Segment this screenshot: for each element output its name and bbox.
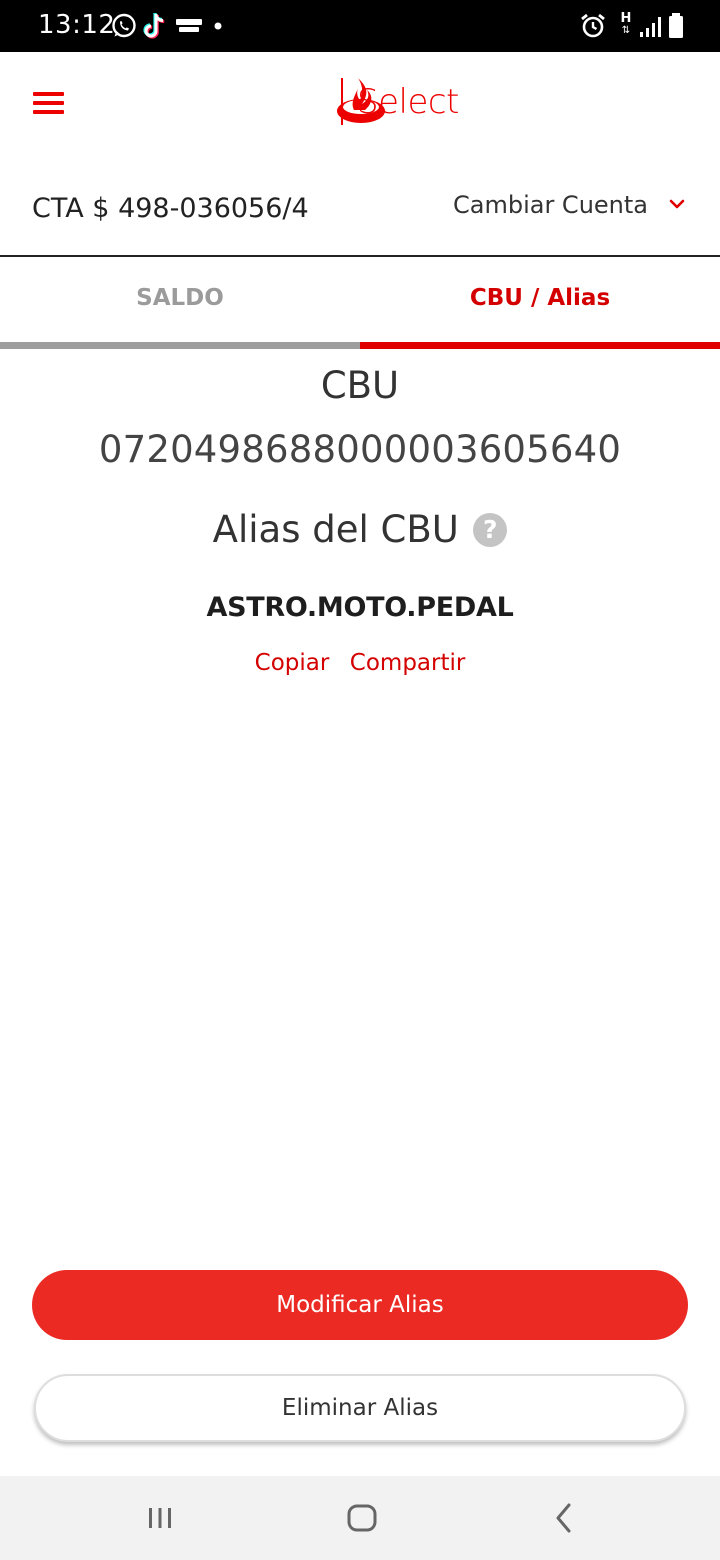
whatsapp-icon [112,13,136,38]
alias-title: Alias del CBU [212,508,459,551]
hamburger-menu-icon[interactable] [28,86,70,120]
h-plus-network-icon: H ⇅ [618,12,634,42]
back-icon[interactable] [544,1498,584,1538]
tab-saldo[interactable]: SALDO [0,259,360,349]
tab-saldo-indicator [0,342,360,349]
signal-icon [640,17,661,37]
royal-match-icon [176,19,202,32]
data-arrows-icon: ⇅ [621,25,631,36]
delete-alias-button[interactable]: Eliminar Alias [34,1374,686,1442]
app-header: Select [0,52,720,157]
tab-cbu-alias-label: CBU / Alias [469,285,611,311]
copy-link[interactable]: Copiar [255,650,330,676]
status-bar: 13:12 H ⇅ [0,0,720,52]
system-nav-bar [0,1476,720,1560]
alias-value: ASTRO.MOTO.PEDAL [206,592,514,623]
chevron-down-icon [669,199,685,209]
tab-cbu-alias-indicator [360,342,720,349]
share-link[interactable]: Compartir [350,650,466,676]
status-time: 13:12 [38,10,116,40]
tiktok-icon [143,12,165,39]
change-account-label: Cambiar Cuenta [452,191,648,219]
battery-icon [669,13,683,38]
alarm-icon [581,13,605,38]
tab-cbu-alias[interactable]: CBU / Alias [360,259,720,349]
cbu-title: CBU [320,364,400,407]
change-account-button[interactable]: Cambiar Cuenta [428,187,688,227]
logo-divider [341,78,343,125]
dot-icon [214,22,222,30]
alias-title-row: Alias del CBU ? [0,508,720,551]
cbu-number: 0720498688000003605640 [98,428,622,471]
modify-alias-button[interactable]: Modificar Alias [32,1270,688,1340]
brand-name: Select [357,82,459,122]
question-circle-icon[interactable]: ? [473,512,508,547]
home-icon[interactable] [342,1498,382,1538]
network-label: H [620,11,632,26]
tab-saldo-label: SALDO [136,285,224,311]
recent-apps-icon[interactable] [140,1498,180,1538]
alias-actions: Copiar Compartir [0,650,720,676]
account-number: CTA $ 498-036056/4 [32,193,309,224]
tab-bar: SALDO CBU / Alias [0,259,720,349]
account-row: CTA $ 498-036056/4 Cambiar Cuenta [0,157,720,257]
